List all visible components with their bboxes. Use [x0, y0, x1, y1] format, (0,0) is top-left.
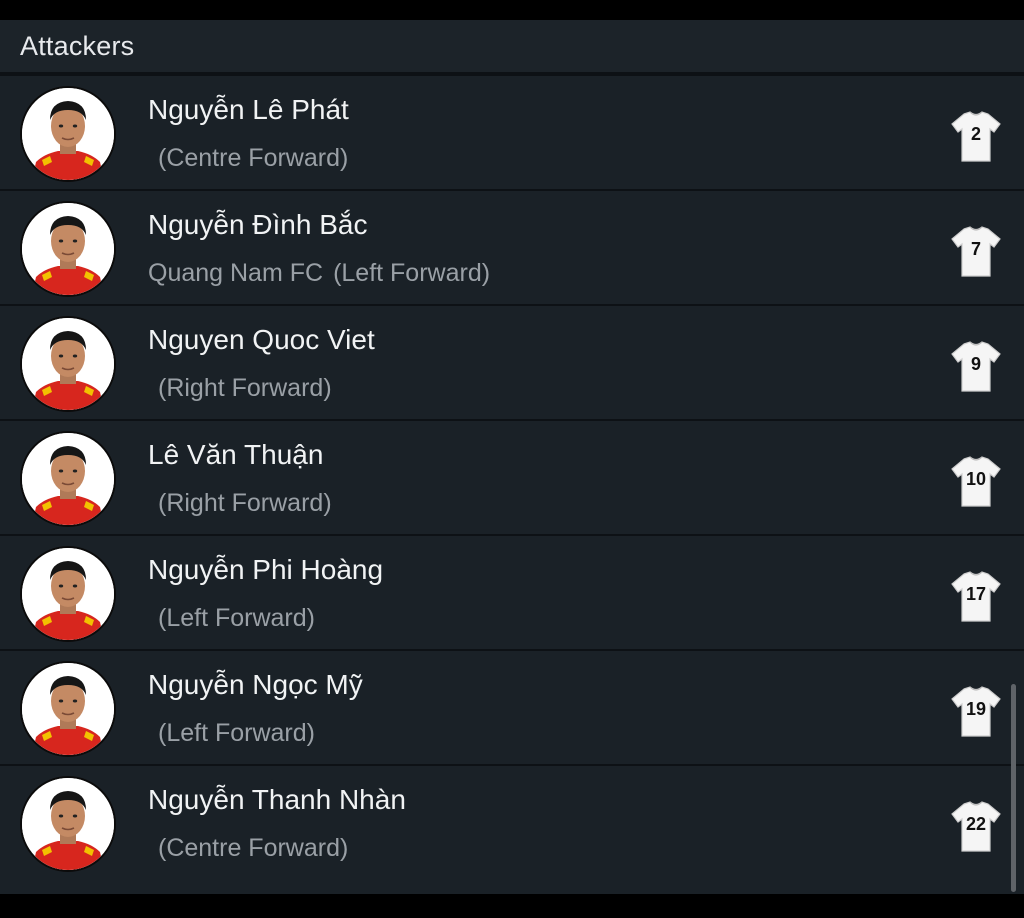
- player-row[interactable]: Nguyễn Ngọc Mỹ (Left Forward) 19: [0, 651, 1024, 766]
- player-avatar: [20, 431, 116, 527]
- player-position: (Left Forward): [158, 604, 315, 632]
- player-details: Quang Nam FC (Left Forward): [148, 259, 490, 288]
- player-position: (Centre Forward): [158, 834, 349, 862]
- player-position: (Right Forward): [158, 374, 332, 402]
- player-avatar: [20, 546, 116, 642]
- player-row[interactable]: Nguyễn Lê Phát (Centre Forward) 2: [0, 76, 1024, 191]
- player-club: Quang Nam FC: [148, 259, 324, 287]
- jersey-icon: 22: [948, 798, 1004, 854]
- jersey-number: 10: [965, 469, 987, 489]
- player-row[interactable]: Nguyễn Phi Hoàng (Left Forward) 17: [0, 536, 1024, 651]
- player-details: (Right Forward): [148, 489, 332, 518]
- player-row[interactable]: Nguyễn Đình Bắc Quang Nam FC (Left Forwar…: [0, 191, 1024, 306]
- player-details: (Left Forward): [148, 719, 315, 748]
- player-position: (Centre Forward): [158, 144, 349, 172]
- player-details: (Left Forward): [148, 604, 315, 633]
- player-avatar: [20, 86, 116, 182]
- player-position: (Left Forward): [333, 259, 491, 287]
- player-list: Nguyễn Lê Phát (Centre Forward) 2 Nguyễn…: [0, 76, 1024, 881]
- jersey-number: 7: [970, 239, 981, 259]
- jersey-icon: 2: [948, 108, 1004, 164]
- section-title: Attackers: [20, 30, 135, 61]
- jersey-icon: 10: [948, 453, 1004, 509]
- player-details: (Centre Forward): [148, 834, 348, 863]
- player-row[interactable]: Nguyen Quoc Viet (Right Forward) 9: [0, 306, 1024, 421]
- player-name: Nguyen Quoc Viet: [148, 324, 375, 355]
- section-header: Attackers: [0, 20, 1024, 76]
- player-avatar: [20, 661, 116, 757]
- player-name: Nguyễn Đình Bắc: [148, 209, 368, 240]
- player-name: Nguyễn Ngọc Mỹ: [148, 669, 363, 700]
- jersey-number: 17: [965, 584, 987, 604]
- jersey-icon: 9: [948, 338, 1004, 394]
- jersey-number: 2: [970, 124, 981, 144]
- scrollbar[interactable]: [1011, 684, 1016, 892]
- player-position: (Left Forward): [158, 719, 315, 747]
- player-avatar: [20, 776, 116, 872]
- player-row[interactable]: Lê Văn Thuận (Right Forward) 10: [0, 421, 1024, 536]
- jersey-icon: 7: [948, 223, 1004, 279]
- player-avatar: [20, 316, 116, 412]
- player-avatar: [20, 201, 116, 297]
- jersey-icon: 19: [948, 683, 1004, 739]
- jersey-number: 19: [965, 699, 987, 719]
- player-details: (Centre Forward): [148, 144, 348, 173]
- player-name: Nguyễn Lê Phát: [148, 94, 349, 125]
- player-details: (Right Forward): [148, 374, 332, 403]
- jersey-number: 9: [970, 354, 981, 374]
- player-name: Nguyễn Thanh Nhàn: [148, 784, 406, 815]
- jersey-number: 22: [965, 814, 987, 834]
- player-position: (Right Forward): [158, 489, 332, 517]
- jersey-icon: 17: [948, 568, 1004, 624]
- screen: Attackers Nguyễn Lê Phát (Centre Forward…: [0, 0, 1024, 918]
- player-row[interactable]: Nguyễn Thanh Nhàn (Centre Forward) 22: [0, 766, 1024, 881]
- player-name: Nguyễn Phi Hoàng: [148, 554, 384, 585]
- player-name: Lê Văn Thuận: [148, 439, 324, 470]
- squad-list-panel: Attackers Nguyễn Lê Phát (Centre Forward…: [0, 20, 1024, 894]
